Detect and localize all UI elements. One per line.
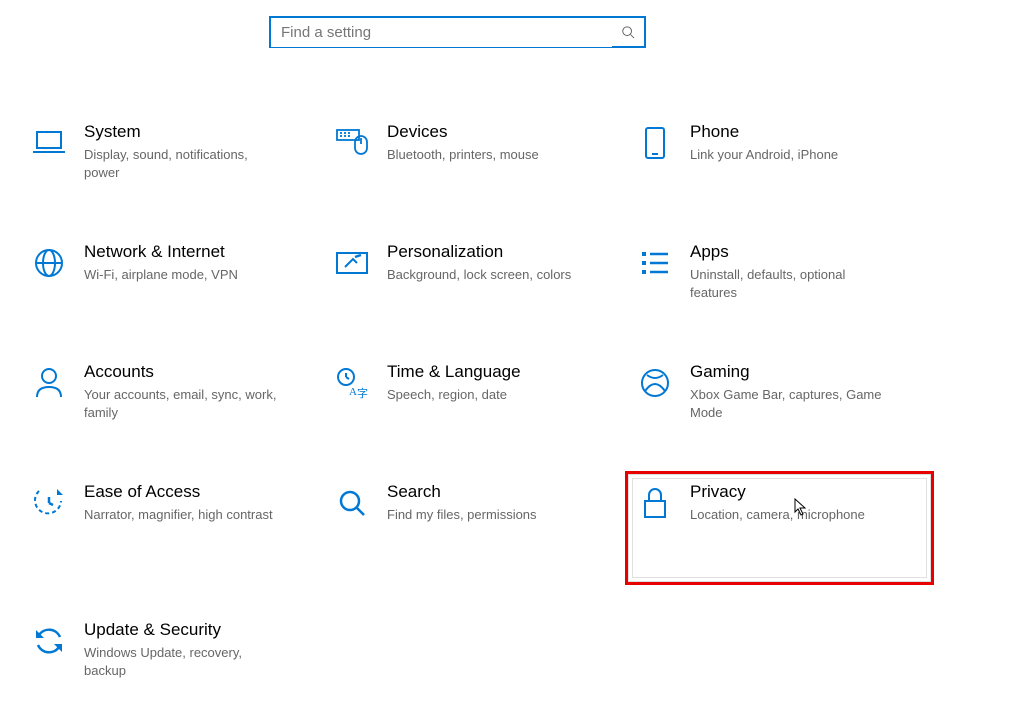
card-ease-of-access[interactable]: Ease of Access Narrator, magnifier, high… <box>22 474 325 582</box>
devices-icon <box>331 122 373 164</box>
svg-text:A: A <box>349 386 357 398</box>
card-desc: Narrator, magnifier, high contrast <box>84 506 273 524</box>
card-phone[interactable]: Phone Link your Android, iPhone <box>628 114 931 204</box>
magnifier-icon <box>331 482 373 524</box>
card-title: Privacy <box>690 482 865 502</box>
card-title: Ease of Access <box>84 482 273 502</box>
sync-icon <box>28 620 70 662</box>
card-desc: Windows Update, recovery, backup <box>84 644 284 679</box>
globe-icon <box>28 242 70 284</box>
card-desc: Your accounts, email, sync, work, family <box>84 386 284 421</box>
card-desc: Bluetooth, printers, mouse <box>387 146 539 164</box>
card-title: System <box>84 122 284 142</box>
card-title: Devices <box>387 122 539 142</box>
card-desc: Location, camera, microphone <box>690 506 865 524</box>
card-desc: Link your Android, iPhone <box>690 146 838 164</box>
search-input[interactable] <box>271 18 612 47</box>
person-icon <box>28 362 70 404</box>
card-accounts[interactable]: Accounts Your accounts, email, sync, wor… <box>22 354 325 444</box>
card-desc: Background, lock screen, colors <box>387 266 571 284</box>
card-title: Time & Language <box>387 362 521 382</box>
card-desc: Uninstall, defaults, optional features <box>690 266 890 301</box>
card-personalization[interactable]: Personalization Background, lock screen,… <box>325 234 628 324</box>
card-update-security[interactable]: Update & Security Windows Update, recove… <box>22 612 325 702</box>
card-system[interactable]: System Display, sound, notifications, po… <box>22 114 325 204</box>
card-desc: Display, sound, notifications, power <box>84 146 284 181</box>
card-desc: Wi-Fi, airplane mode, VPN <box>84 266 238 284</box>
card-title: Phone <box>690 122 838 142</box>
card-title: Gaming <box>690 362 890 382</box>
card-search[interactable]: Search Find my files, permissions <box>325 474 628 582</box>
ease-of-access-icon <box>28 482 70 524</box>
card-desc: Xbox Game Bar, captures, Game Mode <box>690 386 890 421</box>
phone-icon <box>634 122 676 164</box>
time-language-icon: A 字 <box>331 362 373 404</box>
apps-list-icon <box>634 242 676 284</box>
card-title: Personalization <box>387 242 571 262</box>
card-title: Network & Internet <box>84 242 238 262</box>
svg-text:字: 字 <box>357 386 368 399</box>
laptop-icon <box>28 122 70 164</box>
card-title: Update & Security <box>84 620 284 640</box>
card-apps[interactable]: Apps Uninstall, defaults, optional featu… <box>628 234 931 324</box>
xbox-icon <box>634 362 676 404</box>
card-title: Search <box>387 482 537 502</box>
card-title: Accounts <box>84 362 284 382</box>
search-box[interactable] <box>269 16 646 48</box>
card-desc: Speech, region, date <box>387 386 521 404</box>
card-title: Apps <box>690 242 890 262</box>
settings-grid: System Display, sound, notifications, po… <box>22 114 992 702</box>
search-icon <box>612 25 644 39</box>
card-privacy[interactable]: Privacy Location, camera, microphone <box>628 474 931 582</box>
card-time-language[interactable]: A 字 Time & Language Speech, region, date <box>325 354 628 444</box>
card-gaming[interactable]: Gaming Xbox Game Bar, captures, Game Mod… <box>628 354 931 444</box>
card-network[interactable]: Network & Internet Wi-Fi, airplane mode,… <box>22 234 325 324</box>
card-desc: Find my files, permissions <box>387 506 537 524</box>
card-devices[interactable]: Devices Bluetooth, printers, mouse <box>325 114 628 204</box>
lock-icon <box>634 482 676 524</box>
paintbrush-icon <box>331 242 373 284</box>
